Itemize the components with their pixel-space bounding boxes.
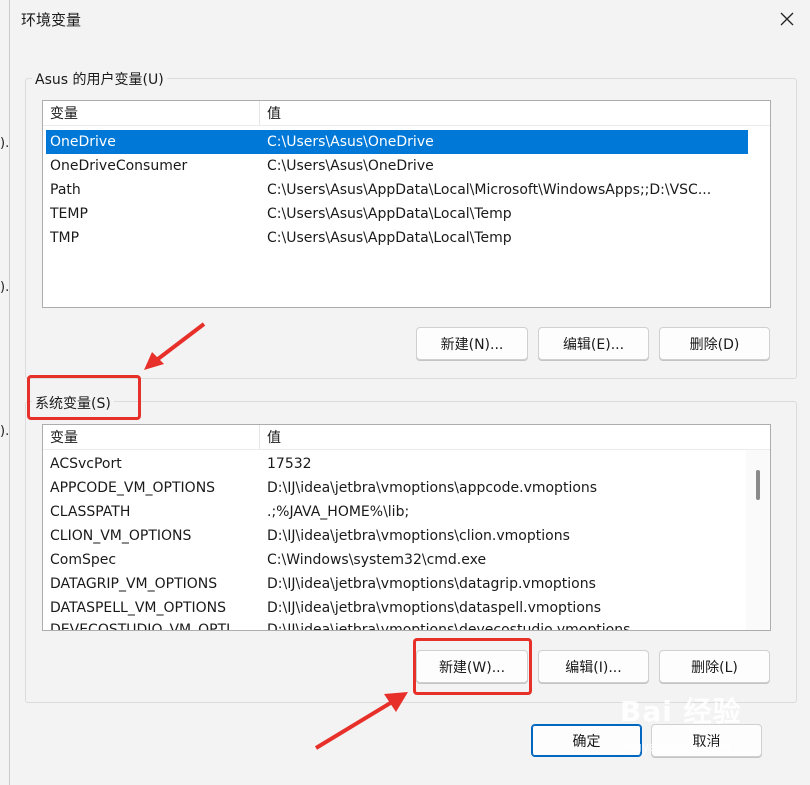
list-item[interactable]: CLION_VM_OPTIONS D:\IJ\idea\jetbra\vmopt… bbox=[46, 524, 570, 548]
vertical-scrollbar[interactable] bbox=[746, 450, 770, 630]
variable-value: .;%JAVA_HOME%\lib; bbox=[267, 504, 410, 520]
user-new-button[interactable]: 新建(N)... bbox=[416, 327, 528, 360]
variable-name: ACSvcPort bbox=[50, 456, 122, 472]
variable-value: C:\Users\Asus\OneDrive bbox=[267, 158, 434, 174]
list-header: 变量 值 bbox=[43, 101, 770, 126]
variable-value: C:\Windows\system32\cmd.exe bbox=[267, 552, 487, 568]
user-variables-title: Asus 的用户变量(U) bbox=[32, 69, 167, 89]
system-delete-button[interactable]: 删除(L) bbox=[659, 650, 770, 683]
variable-name: CLASSPATH bbox=[50, 504, 131, 520]
watermark-url: jingyan.baidu.com bbox=[620, 740, 731, 754]
column-header-value[interactable]: 值 bbox=[260, 103, 281, 123]
list-item[interactable]: DATAGRIP_VM_OPTIONS D:\IJ\idea\jetbra\vm… bbox=[46, 572, 596, 596]
list-item[interactable]: ACSvcPort 17532 bbox=[46, 452, 312, 476]
variable-value: D:\IJ\idea\jetbra\vmoptions\datagrip.vmo… bbox=[267, 576, 596, 592]
system-variables-title: 系统变量(S) bbox=[32, 393, 114, 413]
background-text: ). bbox=[0, 424, 10, 439]
watermark: Bai 经验 jingyan.baidu.com bbox=[620, 690, 742, 754]
variable-name: CLION_VM_OPTIONS bbox=[50, 528, 192, 544]
column-header-value[interactable]: 值 bbox=[260, 427, 281, 447]
list-item[interactable]: DEVECOSTUDIO_VM_OPTI... D:\IJ\idea\jetbr… bbox=[46, 618, 631, 631]
user-delete-button[interactable]: 删除(D) bbox=[659, 327, 770, 360]
variable-value: D:\IJ\idea\jetbra\vmoptions\dataspell.vm… bbox=[267, 600, 602, 616]
variable-value: C:\Users\Asus\AppData\Local\Temp bbox=[267, 206, 512, 222]
variable-name: DATAGRIP_VM_OPTIONS bbox=[50, 576, 218, 592]
variable-name: OneDrive bbox=[50, 134, 116, 150]
variable-name: OneDriveConsumer bbox=[50, 158, 188, 174]
variable-value: D:\IJ\idea\jetbra\vmoptions\clion.vmopti… bbox=[267, 528, 570, 544]
column-header-variable[interactable]: 变量 bbox=[43, 101, 260, 125]
variable-name: DATASPELL_VM_OPTIONS bbox=[50, 600, 227, 616]
variable-value: D:\IJ\idea\jetbra\vmoptions\devecostudio… bbox=[267, 622, 631, 631]
background-text: ). bbox=[0, 136, 10, 151]
variable-value: C:\Users\Asus\AppData\Local\Microsoft\Wi… bbox=[267, 182, 712, 198]
variable-name: ComSpec bbox=[50, 552, 117, 568]
system-edit-button[interactable]: 编辑(I)... bbox=[538, 650, 649, 683]
list-item[interactable]: Path C:\Users\Asus\AppData\Local\Microso… bbox=[46, 178, 711, 202]
user-edit-button[interactable]: 编辑(E)... bbox=[538, 327, 649, 360]
variable-name: APPCODE_VM_OPTIONS bbox=[50, 480, 216, 496]
variable-name: TMP bbox=[50, 230, 80, 246]
variable-value: C:\Users\Asus\OneDrive bbox=[267, 134, 434, 150]
column-header-variable[interactable]: 变量 bbox=[43, 425, 260, 449]
scrollbar-thumb[interactable] bbox=[756, 470, 760, 500]
window-title: 环境变量 bbox=[21, 11, 82, 29]
list-item[interactable]: CLASSPATH .;%JAVA_HOME%\lib; bbox=[46, 500, 409, 524]
system-new-button[interactable]: 新建(W)... bbox=[416, 650, 528, 683]
watermark-logo: Bai 经验 bbox=[620, 695, 742, 728]
list-item[interactable]: APPCODE_VM_OPTIONS D:\IJ\idea\jetbra\vmo… bbox=[46, 476, 597, 500]
environment-variables-dialog: 环境变量 Asus 的用户变量(U) 变量 值 OneDrive C:\User… bbox=[9, 0, 810, 785]
close-button[interactable] bbox=[768, 3, 806, 35]
variable-value: C:\Users\Asus\AppData\Local\Temp bbox=[267, 230, 512, 246]
list-header: 变量 值 bbox=[43, 425, 770, 450]
list-item[interactable]: OneDrive C:\Users\Asus\OneDrive bbox=[46, 130, 748, 154]
list-item[interactable]: TMP C:\Users\Asus\AppData\Local\Temp bbox=[46, 226, 512, 250]
variable-name: Path bbox=[50, 182, 81, 198]
list-item[interactable]: DATASPELL_VM_OPTIONS D:\IJ\idea\jetbra\v… bbox=[46, 596, 601, 620]
variable-value: 17532 bbox=[267, 456, 312, 472]
list-item[interactable]: ComSpec C:\Windows\system32\cmd.exe bbox=[46, 548, 486, 572]
variable-name: TEMP bbox=[50, 206, 88, 222]
background-text: ). bbox=[0, 280, 10, 295]
variable-name: DEVECOSTUDIO_VM_OPTI... bbox=[50, 622, 244, 631]
list-item[interactable]: TEMP C:\Users\Asus\AppData\Local\Temp bbox=[46, 202, 512, 226]
list-item[interactable]: OneDriveConsumer C:\Users\Asus\OneDrive bbox=[46, 154, 434, 178]
variable-value: D:\IJ\idea\jetbra\vmoptions\appcode.vmop… bbox=[267, 480, 598, 496]
user-variables-list[interactable]: 变量 值 OneDrive C:\Users\Asus\OneDrive One… bbox=[42, 100, 771, 308]
title-bar: 环境变量 bbox=[10, 0, 810, 38]
system-variables-list[interactable]: 变量 值 ACSvcPort 17532 APPCODE_VM_OPTIONS … bbox=[42, 424, 771, 631]
close-icon bbox=[780, 12, 794, 26]
